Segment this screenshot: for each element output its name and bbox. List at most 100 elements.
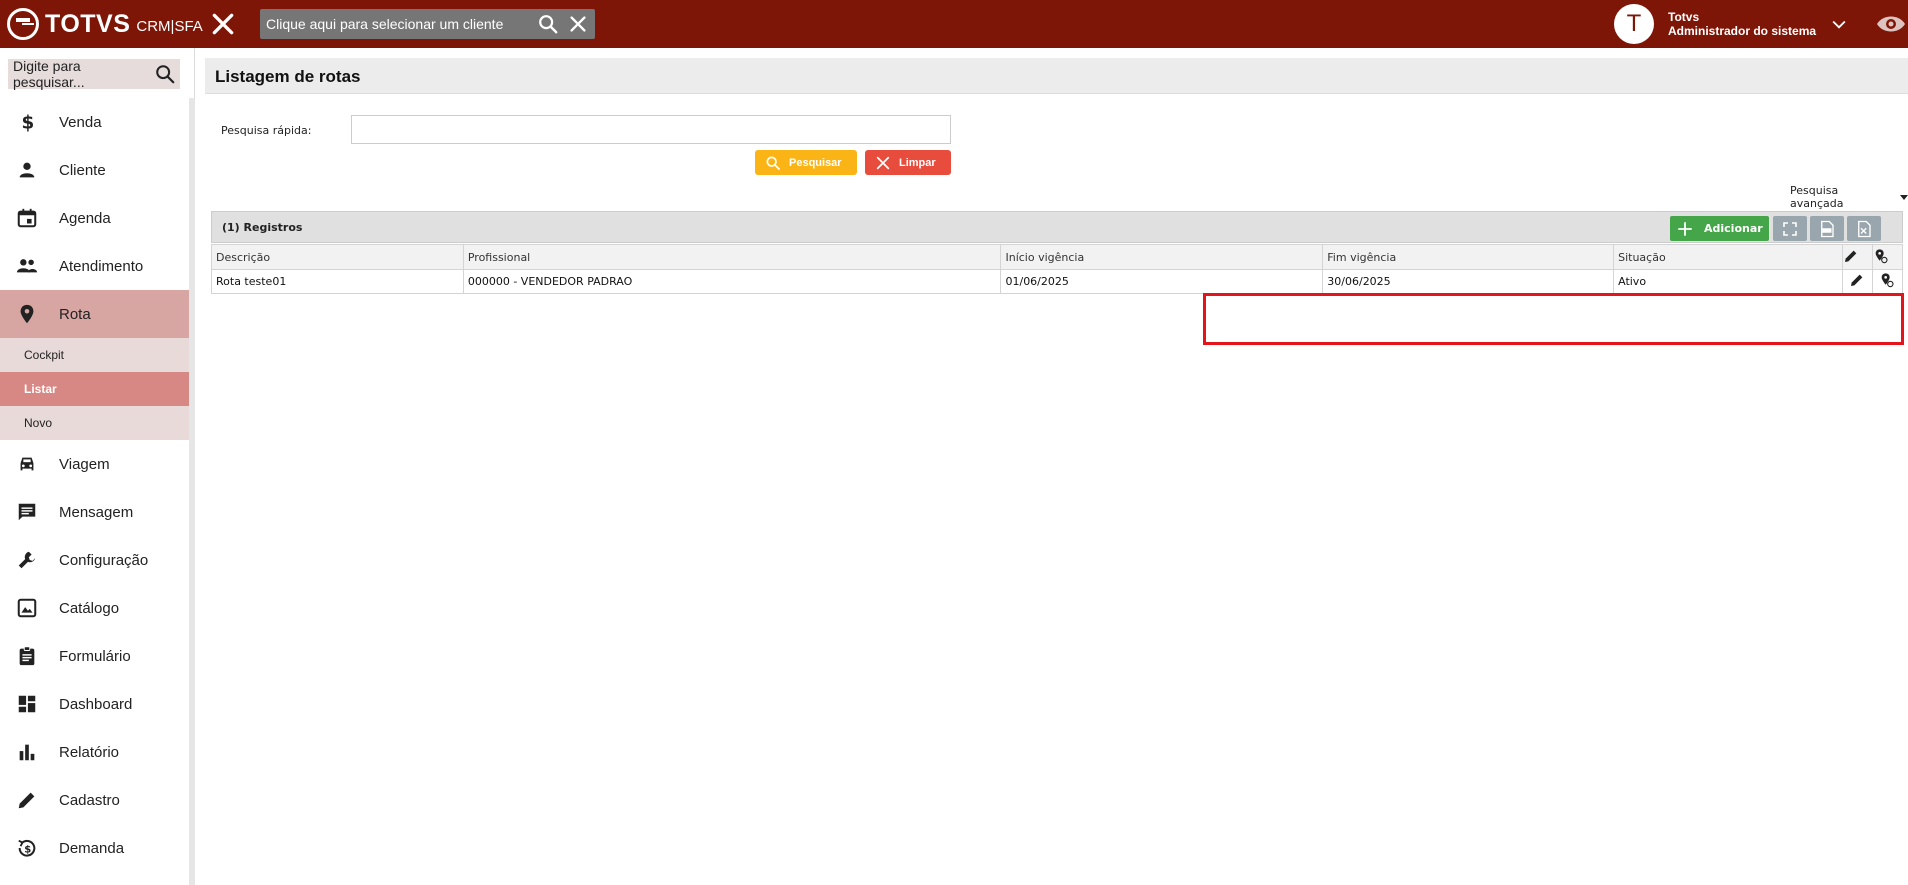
image-icon (17, 598, 37, 618)
cell-profissional: 000000 - VENDEDOR PADRAO (462, 269, 1002, 294)
sidebar-item-label: Catálogo (59, 599, 120, 617)
close-icon (876, 156, 890, 169)
logo-subtitle: CRM|SFA (136, 17, 203, 35)
avatar: T (1614, 4, 1654, 44)
cell-situacao: Ativo (1613, 269, 1843, 294)
sidebar-item-relatorio[interactable]: Relatório (0, 728, 189, 776)
table-header-row: Descrição Profissional Início vigência F… (211, 244, 1904, 270)
top-bar: TOTVS CRM|SFA Clique aqui para seleciona… (0, 0, 1908, 48)
edit-row-button[interactable] (1841, 269, 1873, 294)
records-toolbar: (1) Registros Adicionar (211, 211, 1903, 243)
col-situacao[interactable]: Situação (1613, 244, 1843, 270)
page-title: Listagem de rotas (215, 67, 361, 86)
sidebar-item-label: Viagem (59, 455, 110, 473)
close-menu-icon[interactable] (210, 11, 236, 37)
user-menu[interactable]: T Totvs Administrador do sistema (1614, 4, 1816, 44)
sidebar-item-atendimento[interactable]: Atendimento (0, 242, 189, 290)
sidebar-item-venda[interactable]: $ Venda (0, 98, 189, 146)
clear-client-icon[interactable] (567, 13, 589, 35)
sidebar-item-label: Mensagem (59, 503, 134, 521)
search-button[interactable]: Pesquisar (755, 150, 857, 175)
page-header: Listagem de rotas (205, 58, 1908, 94)
sidebar-search-placeholder: Digite para pesquisar... (13, 58, 85, 90)
main-content: Listagem de rotas Pesquisa rápida: Pesqu… (205, 48, 1908, 885)
fullscreen-icon (1783, 221, 1797, 236)
pencil-icon (1844, 250, 1857, 262)
sidebar-item-label: Configuração (59, 551, 149, 569)
sidebar-subitem-novo[interactable]: Novo (0, 406, 189, 440)
chevron-down-icon[interactable] (1829, 14, 1849, 34)
search-icon (766, 155, 780, 170)
clear-button[interactable]: Limpar (865, 150, 951, 175)
sidebar-item-demanda[interactable]: $ Demanda (0, 824, 189, 872)
col-fim-vigencia[interactable]: Fim vigência (1322, 244, 1615, 270)
sidebar-item-formulario[interactable]: Formulário (0, 632, 189, 680)
message-icon (18, 503, 36, 521)
dashboard-icon (18, 695, 36, 713)
sidebar-item-catalogo[interactable]: Catálogo (0, 584, 189, 632)
sidebar-item-label: Dashboard (59, 695, 133, 713)
user-name: Totvs (1668, 10, 1700, 24)
col-edit (1841, 244, 1873, 270)
col-profissional[interactable]: Profissional (462, 244, 1002, 270)
totvs-logo-icon (7, 8, 39, 40)
caret-down-icon (1900, 194, 1908, 200)
sidebar-item-cadastro[interactable]: Cadastro (0, 776, 189, 824)
calendar-icon (17, 208, 37, 228)
add-button[interactable]: Adicionar (1670, 216, 1769, 241)
sidebar-item-agenda[interactable]: Agenda (0, 194, 189, 242)
client-selector[interactable]: Clique aqui para selecionar um cliente (260, 9, 595, 39)
wrench-icon (18, 551, 36, 569)
search-icon[interactable] (154, 63, 176, 85)
user-info: Totvs Administrador do sistema (1668, 10, 1816, 38)
sidebar-subitem-listar[interactable]: Listar (0, 372, 189, 406)
location-pin-icon (20, 304, 34, 324)
cell-inicio-vigencia: 01/06/2025 (1000, 269, 1324, 294)
cell-fim-vigencia: 30/06/2025 (1322, 269, 1615, 294)
logo-text: TOTVS (45, 9, 131, 38)
svg-text:$: $ (22, 112, 35, 133)
table-row[interactable]: Rota teste01 000000 - VENDEDOR PADRAO 01… (211, 269, 1904, 294)
routes-table: Descrição Profissional Início vigência F… (211, 244, 1904, 294)
export-xls-button[interactable] (1847, 216, 1881, 241)
location-pin-icon (1882, 273, 1895, 288)
add-button-label: Adicionar (1704, 222, 1763, 235)
advanced-search-label: Pesquisa avançada (1790, 184, 1844, 210)
client-selector-placeholder: Clique aqui para selecionar um cliente (266, 16, 504, 32)
bar-chart-icon (19, 744, 35, 761)
search-icon[interactable] (537, 13, 559, 35)
col-descricao[interactable]: Descrição (211, 244, 464, 270)
sidebar-item-dashboard[interactable]: Dashboard (0, 680, 189, 728)
dollar-icon: $ (22, 112, 35, 133)
fullscreen-button[interactable] (1773, 216, 1807, 241)
highlight-box (1203, 293, 1904, 345)
sidebar-item-mensagem[interactable]: Mensagem (0, 488, 189, 536)
sidebar-item-label: Cliente (59, 161, 106, 179)
totvs-logo[interactable]: TOTVS CRM|SFA (7, 8, 203, 40)
car-icon (20, 457, 34, 471)
sidebar-item-viagem[interactable]: Viagem (0, 440, 189, 488)
advanced-search-toggle[interactable]: Pesquisa avançada (1790, 184, 1908, 210)
sidebar-item-rota[interactable]: Rota (0, 290, 189, 338)
sidebar-item-label: Atendimento (59, 257, 144, 275)
sidebar-item-label: Rota (59, 305, 91, 323)
sidebar-item-configuracao[interactable]: Configuração (0, 536, 189, 584)
quick-search-label: Pesquisa rápida: (221, 124, 312, 137)
col-map (1871, 244, 1904, 270)
sidebar-subitem-cockpit[interactable]: Cockpit (0, 338, 189, 372)
export-csv-button[interactable] (1810, 216, 1844, 241)
map-row-button[interactable] (1871, 269, 1904, 294)
svg-text:$: $ (24, 845, 31, 856)
plus-icon (1678, 221, 1692, 236)
person-icon (19, 162, 35, 178)
sidebar-scrollbar[interactable] (189, 98, 195, 885)
eye-icon[interactable] (1876, 12, 1906, 36)
sidebar-item-cliente[interactable]: Cliente (0, 146, 189, 194)
sidebar-menu: $ Venda Cliente Agenda Atendimento Rota … (0, 98, 189, 872)
pencil-icon (18, 792, 35, 809)
col-inicio-vigencia[interactable]: Início vigência (1000, 244, 1324, 270)
sidebar-search-input[interactable]: Digite para pesquisar... (8, 58, 180, 90)
search-button-label: Pesquisar (789, 156, 842, 169)
history-dollar-icon: $ (18, 839, 36, 857)
quick-search-input[interactable] (351, 115, 951, 144)
